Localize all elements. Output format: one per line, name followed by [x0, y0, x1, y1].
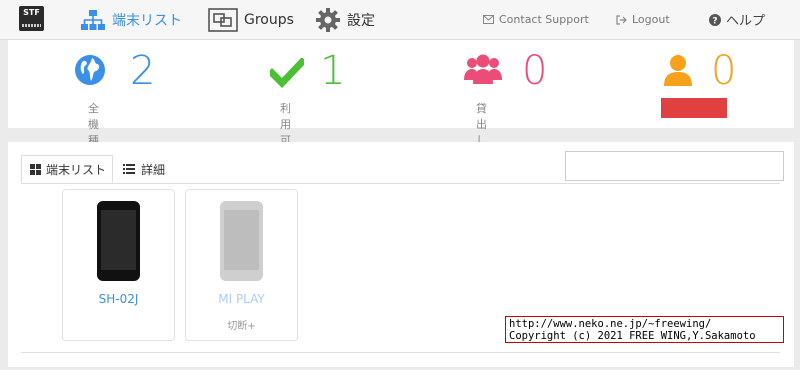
stat-total-value: 2 [130, 48, 156, 94]
tab-details-label: 詳細 [141, 162, 166, 177]
search-input[interactable] [565, 151, 784, 181]
nav-groups[interactable]: Groups [208, 0, 294, 39]
logout-label: Logout [632, 13, 670, 26]
device-name: MI PLAY [218, 292, 265, 306]
question-circle-icon: ? [709, 13, 721, 26]
stat-user-value: 0 [711, 48, 737, 94]
groups-icon [208, 7, 238, 32]
contact-support-link[interactable]: Contact Support [483, 0, 589, 39]
list-icon [123, 164, 135, 174]
device-name: SH-02J [98, 292, 139, 306]
nav-settings-label: 設定 [347, 12, 375, 29]
nav-settings[interactable]: 設定 [315, 0, 375, 39]
tab-details[interactable]: 詳細 [123, 155, 165, 183]
stats-panel: 2 全機種 1 利用可能 0 貸出し中 0 [8, 40, 794, 163]
phone-icon [97, 201, 140, 281]
logo-bars [22, 24, 41, 27]
credit-url: http://www.neko.ne.jp/~freewing/ [509, 318, 712, 330]
svg-text:?: ? [712, 16, 717, 26]
contact-support-label: Contact Support [499, 13, 589, 26]
gear-icon [316, 7, 340, 32]
nav-device-list[interactable]: 端末リスト [80, 0, 182, 39]
stat-available-value: 1 [320, 48, 346, 94]
check-icon [270, 58, 304, 88]
device-card-mi-play[interactable]: MI PLAY 切断+ [185, 189, 298, 341]
top-navbar: STF 端末リスト Groups 設定 Contact Support Logo… [0, 0, 800, 40]
globe-icon [75, 55, 105, 85]
nav-groups-label: Groups [244, 11, 294, 28]
phone-icon-disconnected [220, 201, 263, 281]
logout-icon [616, 14, 627, 25]
user-icon [664, 55, 692, 86]
redacted-label-bar [661, 98, 727, 118]
logo-text: STF [23, 8, 40, 17]
panel-bottom-divider [21, 352, 780, 353]
envelope-icon [483, 15, 494, 24]
tab-device-list[interactable]: 端末リスト [21, 155, 113, 183]
credit-overlay: http://www.neko.ne.jp/~freewing/ Copyrig… [505, 316, 784, 343]
device-card-sh-02j[interactable]: SH-02J [62, 189, 175, 341]
stat-total-label: 全機種 [88, 102, 99, 147]
device-tree-icon [81, 9, 105, 30]
logout-link[interactable]: Logout [616, 0, 670, 39]
stf-logo[interactable]: STF [19, 6, 44, 31]
grid-icon [30, 163, 41, 175]
users-icon [464, 54, 502, 84]
credit-copyright: Copyright (c) 2021 FREE WING,Y.Sakamoto [509, 330, 756, 342]
tab-divider [21, 183, 780, 184]
stat-in-use-value: 0 [522, 48, 548, 94]
tab-device-list-label: 端末リスト [46, 162, 107, 177]
help-link[interactable]: ? ヘルプ [709, 0, 765, 39]
help-label: ヘルプ [726, 14, 766, 29]
nav-device-list-label: 端末リスト [112, 12, 182, 29]
device-status: 切断+ [227, 321, 256, 332]
